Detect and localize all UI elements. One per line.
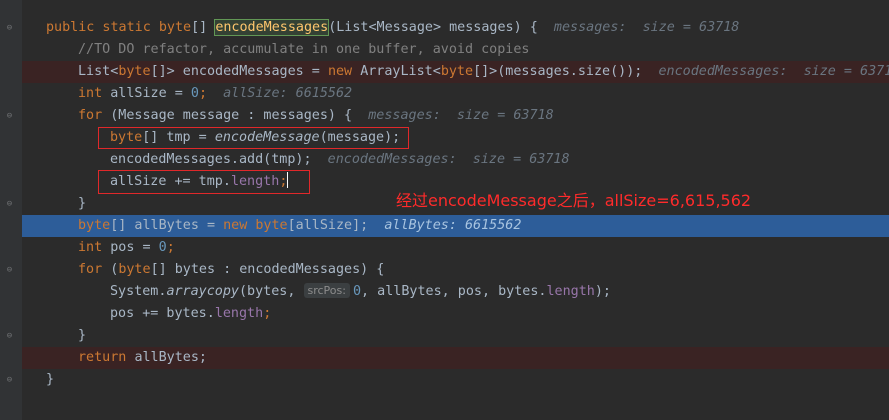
debug-value-hint: allSize: 6615562 [223,86,353,101]
keyword: byte [255,218,288,233]
code-line-5[interactable]: for (Message message : messages) { messa… [22,105,889,127]
code-line-16[interactable]: return allBytes; [22,347,889,369]
code-text: [allSize]; [287,218,369,233]
editor-gutter[interactable]: ⊖ ⊖ ⊖ ⊖ ⊖ ⊖ [0,0,22,420]
code-text: []>(messages.size()); [473,64,643,79]
code-line-1[interactable]: public static byte[] encodeMessages(List… [22,17,889,39]
keyword: return [78,350,135,365]
fold-marker-icon[interactable]: ⊖ [5,332,14,341]
code-text: pos += bytes. [110,306,215,321]
method-name: encodeMessages [214,19,330,36]
code-text: List< [78,64,119,79]
keyword: byte [118,64,151,79]
number-literal: 0 [190,86,199,101]
code-line-11[interactable]: int pos = 0; [22,237,889,259]
keyword: byte [440,64,474,79]
keyword: byte [78,218,111,233]
debug-value-hint: messages: size = 63718 [553,20,740,35]
debug-value-hint: encodedMessages: size = 63718 [658,64,889,79]
code-text: , allBytes, pos, bytes. [361,284,547,299]
method-call: arraycopy [166,284,239,299]
code-line-2[interactable]: //TO DO refactor, accumulate in one buff… [22,39,889,61]
keyword: for [78,108,111,123]
annotation-box-allsize [98,170,310,194]
code-text: encodedMessages.add(tmp); [110,152,312,167]
code-line-10-execution-point[interactable]: byte[] allBytes = new byte[allSize]; all… [22,215,889,237]
fold-marker-icon[interactable]: ⊖ [5,24,14,33]
code-text: ArrayList< [360,64,441,79]
code-text: } [78,328,87,343]
number-literal: 0 [352,284,362,299]
code-text: } [46,372,55,387]
keyword: byte [118,262,151,277]
fold-marker-icon[interactable]: ⊖ [5,112,14,121]
code-comment: //TO DO refactor, accumulate in one buff… [78,42,530,57]
keyword: int [78,240,111,255]
code-text: [] allBytes = [110,218,224,233]
code-text: pos = [110,240,159,255]
keyword: new [223,218,256,233]
code-line-7[interactable]: encodedMessages.add(tmp); encodedMessage… [22,149,889,171]
code-text: ; [198,86,207,101]
code-text: allBytes; [134,350,207,365]
code-text: allSize = [110,86,191,101]
keyword: for [78,262,111,277]
field-name: length [546,284,595,299]
code-text: []> encodedMessages = [150,64,328,79]
code-text: ; [263,306,272,321]
code-text: (List<Message> messages) { [328,20,538,35]
fold-marker-icon[interactable]: ⊖ [5,266,14,275]
code-text: } [78,196,87,211]
field-name: length [214,306,264,321]
code-line-15[interactable]: } [22,325,889,347]
code-line-12[interactable]: for (byte[] bytes : encodedMessages) { [22,259,889,281]
number-literal: 0 [158,240,167,255]
code-text: (bytes, [239,284,304,299]
debug-value-hint: allBytes: 6615562 [384,218,522,233]
code-line-14[interactable]: pos += bytes.length; [22,303,889,325]
code-text: ); [594,284,611,299]
keyword: byte [158,20,192,35]
parameter-name-hint: srcPos: [303,283,350,298]
keyword: public static [46,20,159,35]
code-text: (Message message : messages) { [110,108,353,123]
code-text: [] [191,20,216,35]
code-line-3[interactable]: List<byte[]> encodedMessages = new Array… [22,61,889,83]
annotation-box-encode [98,127,409,149]
debug-value-hint: messages: size = 63718 [368,108,554,123]
code-line-17[interactable]: } [22,369,889,391]
keyword: new [327,64,361,79]
fold-marker-icon[interactable]: ⊖ [5,376,14,385]
annotation-text: 经过encodeMessage之后，allSize=6,615,562 [396,191,752,210]
code-line-4[interactable]: int allSize = 0; allSize: 6615562 [22,83,889,105]
code-text: System. [110,284,167,299]
debug-value-hint: encodedMessages: size = 63718 [327,152,570,167]
keyword: int [78,86,111,101]
fold-marker-icon[interactable]: ⊖ [5,200,14,209]
code-text: [] bytes : encodedMessages) { [150,262,385,277]
code-line-13[interactable]: System.arraycopy(bytes, srcPos: 0, allByt… [22,281,889,303]
code-text: ; [166,240,175,255]
